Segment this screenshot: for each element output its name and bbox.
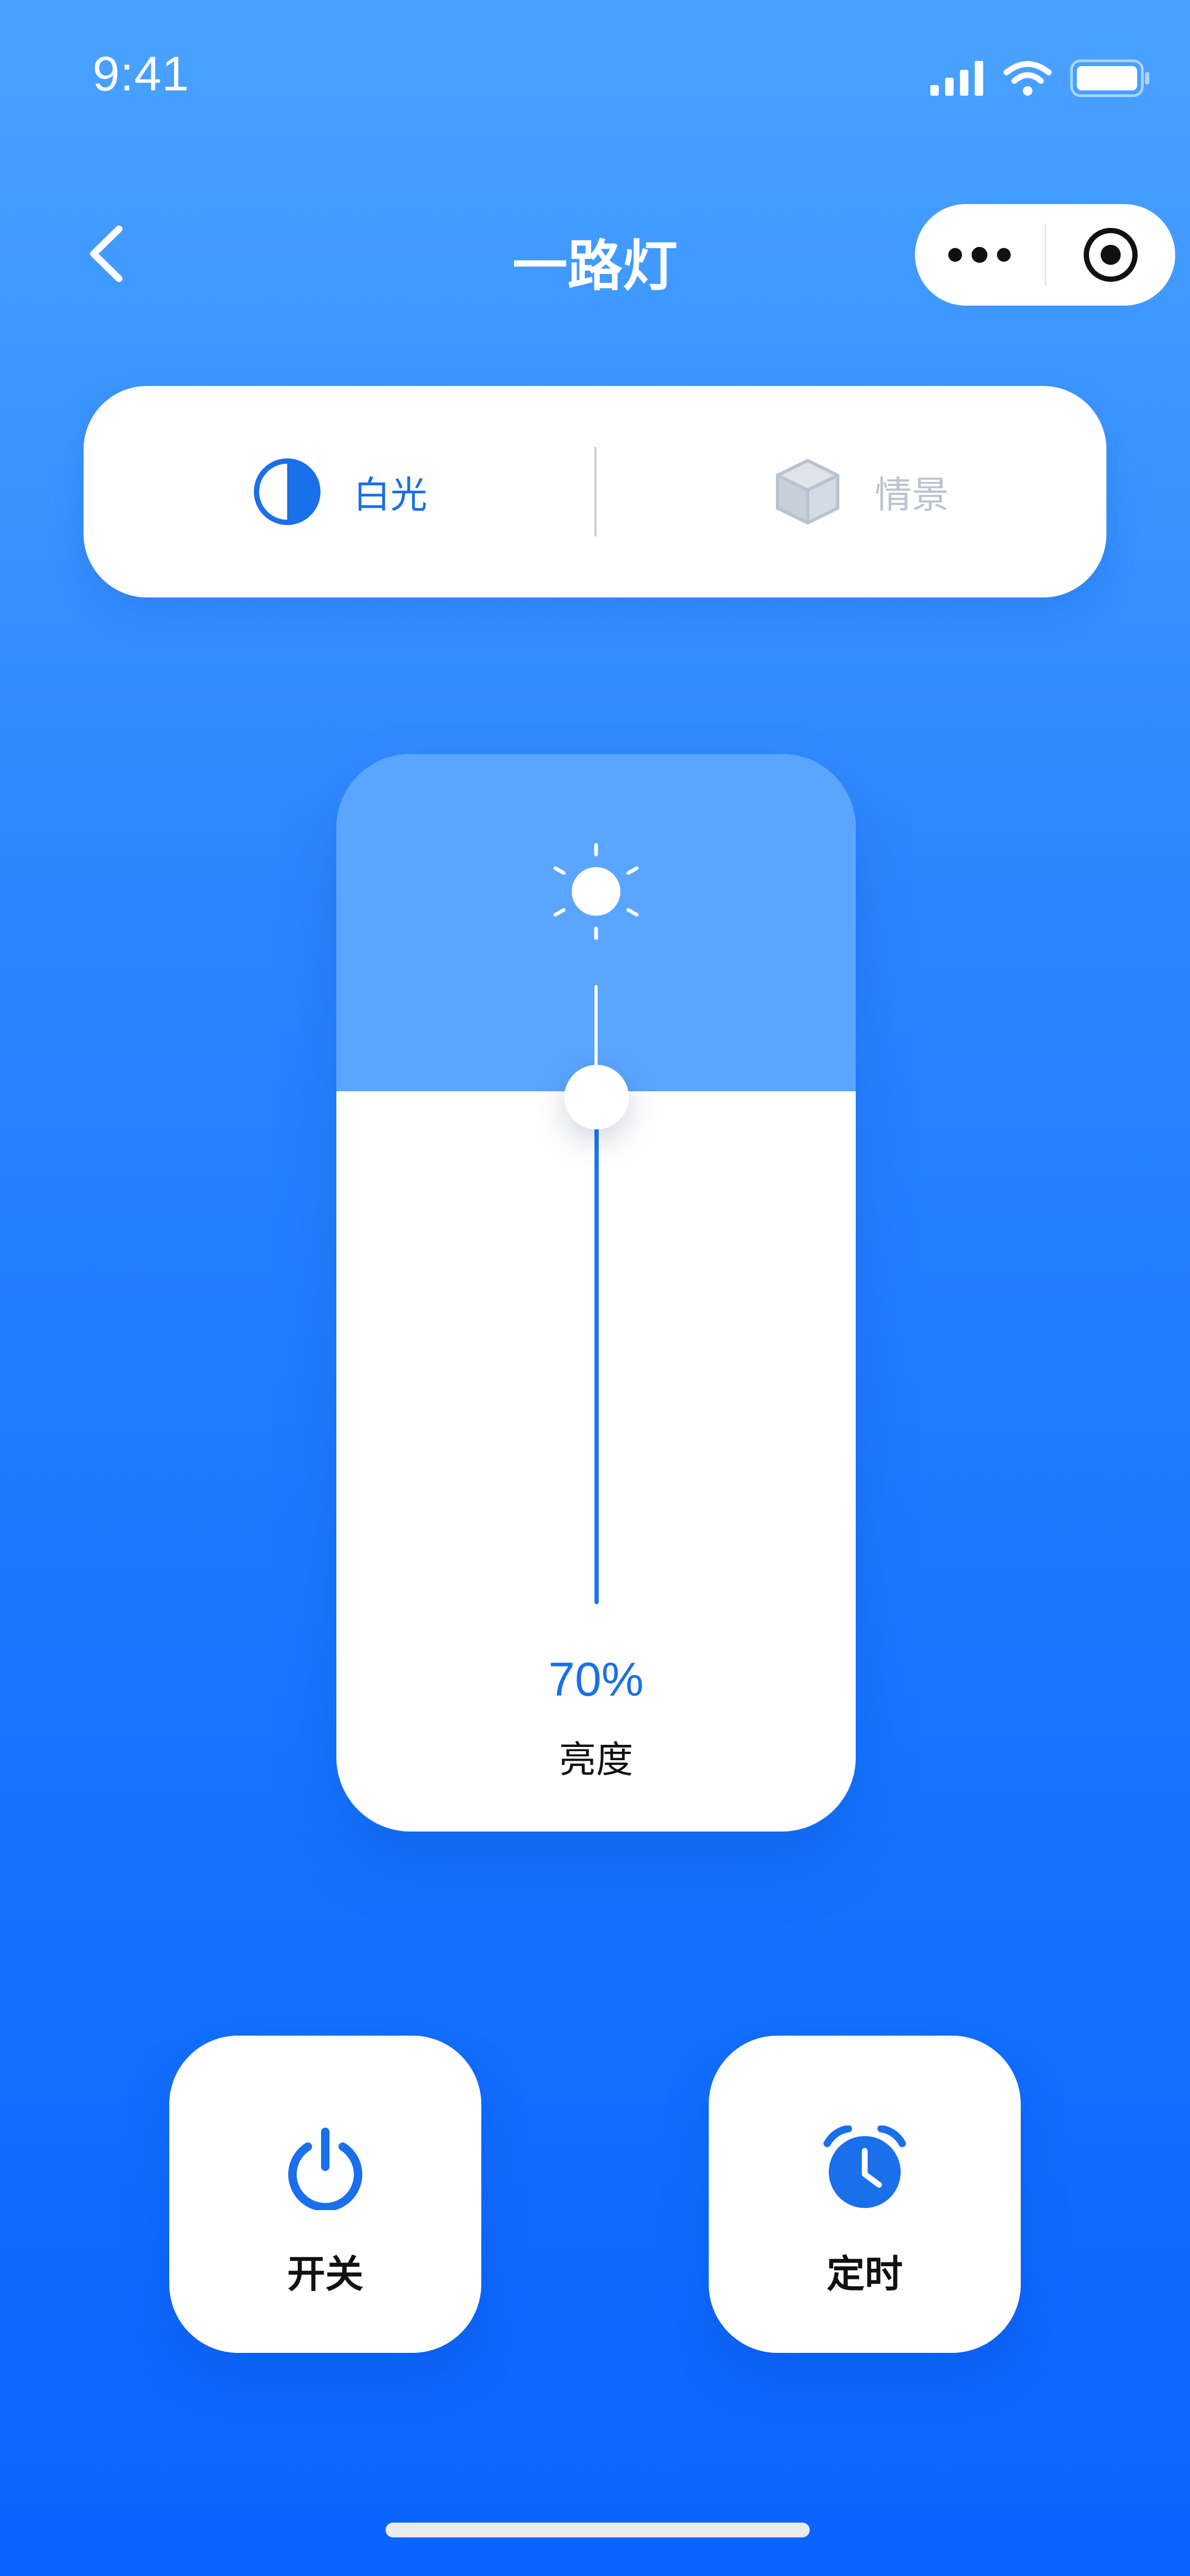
mode-divider: [594, 447, 597, 537]
status-icons: [930, 57, 1150, 99]
status-time: 9:41: [93, 47, 190, 101]
light-control-screen: 9:41 一路灯 白光 情景 70% 亮度 开关 定时: [0, 0, 1190, 2576]
tab-white-light[interactable]: 白光: [252, 386, 427, 597]
power-label: 开关: [287, 2252, 363, 2296]
more-button[interactable]: [915, 204, 1045, 306]
slider-thumb[interactable]: [564, 1065, 629, 1129]
brightness-label: 亮度: [559, 1738, 633, 1781]
slider-track-filled: [594, 1124, 599, 1604]
timer-button[interactable]: 定时: [709, 2036, 1021, 2353]
battery-icon: [1070, 59, 1149, 97]
power-icon: [288, 2128, 362, 2210]
power-button[interactable]: 开关: [169, 2036, 481, 2353]
brightness-slider[interactable]: 70% 亮度: [336, 754, 856, 1832]
slider-unfilled-area: [336, 754, 856, 1091]
more-dots-icon: [948, 247, 1011, 263]
cube-icon: [776, 459, 839, 525]
close-miniprogram-button[interactable]: [1046, 204, 1176, 306]
tab-scene-label: 情景: [875, 473, 949, 517]
tab-white-light-label: 白光: [353, 473, 427, 517]
sun-icon: [543, 839, 649, 944]
target-circle-icon: [1083, 228, 1138, 282]
mode-selector-card: 白光 情景: [84, 386, 1106, 597]
home-indicator[interactable]: [386, 2523, 810, 2537]
brightness-value: 70%: [548, 1653, 644, 1706]
tab-scene[interactable]: 情景: [771, 386, 949, 597]
timer-label: 定时: [826, 2252, 903, 2296]
half-circle-icon: [254, 458, 321, 525]
wifi-icon: [1003, 61, 1052, 96]
mini-program-capsule: [915, 204, 1175, 306]
cellular-signal-icon: [930, 61, 983, 96]
alarm-clock-icon: [823, 2126, 906, 2208]
